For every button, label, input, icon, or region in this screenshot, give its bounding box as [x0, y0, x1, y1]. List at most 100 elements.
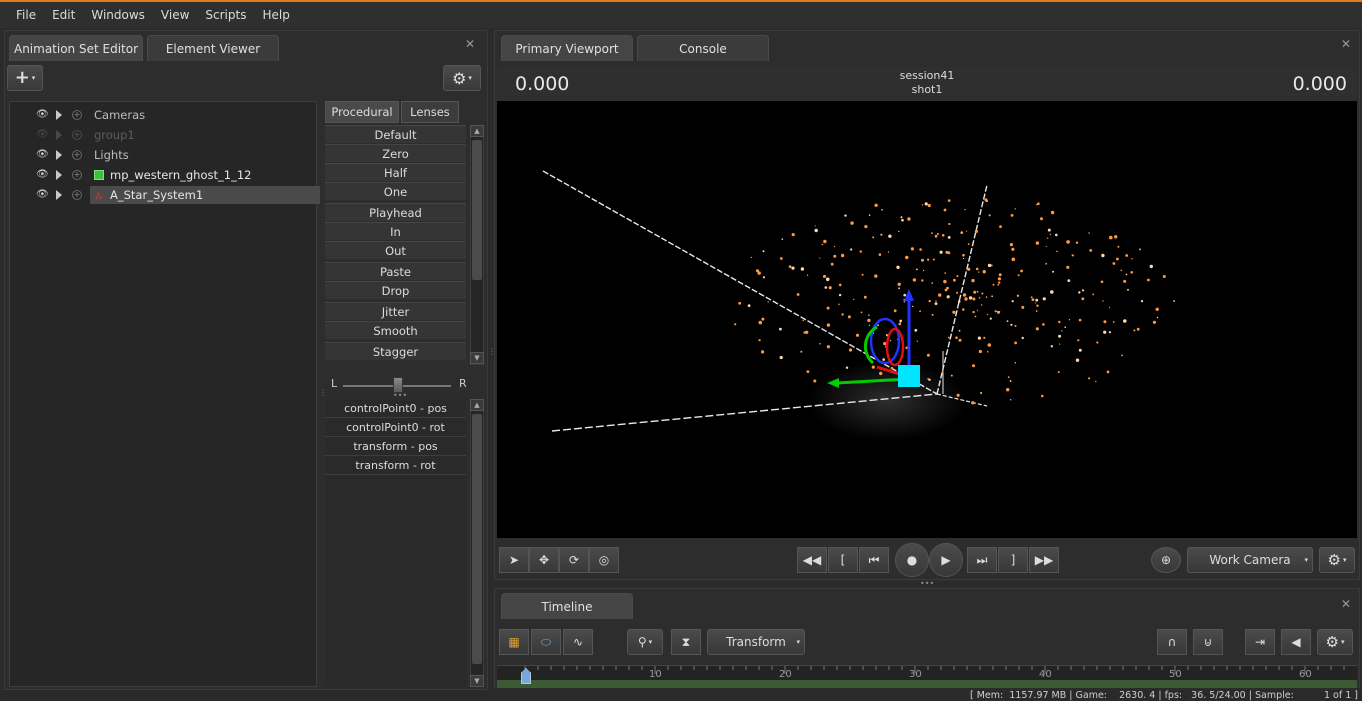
proc-paste-button[interactable]: Paste	[325, 262, 466, 280]
scroll-thumb[interactable]	[472, 414, 482, 664]
tab-procedural[interactable]: Procedural	[325, 101, 399, 123]
add-circle-icon[interactable]: +	[72, 170, 82, 180]
crosshair-button[interactable]: ⊕	[1151, 547, 1181, 573]
select-tool-button[interactable]: ➤	[499, 547, 529, 573]
add-circle-icon[interactable]: +	[72, 150, 82, 160]
proc-stagger-button[interactable]: Stagger	[325, 342, 466, 360]
timeline-ruler[interactable]: 10 20 30 40 50 60	[497, 665, 1357, 688]
tab-element-viewer[interactable]: Element Viewer	[147, 35, 279, 61]
gear-icon: ⚙	[1327, 551, 1341, 569]
control-row[interactable]: controlPoint0 - rot	[325, 418, 466, 437]
menu-file[interactable]: File	[8, 8, 44, 22]
particle	[1066, 240, 1070, 244]
expand-arrow-icon[interactable]	[56, 190, 62, 200]
menu-scripts[interactable]: Scripts	[197, 8, 254, 22]
rewind-button[interactable]: ◀◀	[797, 547, 827, 573]
particle	[905, 255, 909, 260]
hourglass-button[interactable]: ⧗	[671, 629, 701, 655]
proc-in-button[interactable]: In	[325, 222, 466, 240]
menu-edit[interactable]: Edit	[44, 8, 83, 22]
viewport-settings-button[interactable]: ⚙ ▾	[1319, 547, 1355, 573]
proc-playhead-button[interactable]: Playhead	[325, 203, 466, 221]
visibility-eye-icon[interactable]: 👁	[36, 190, 49, 200]
tree-row-lights[interactable]: 👁 + Lights	[10, 146, 316, 164]
particle	[921, 204, 923, 206]
clip-editor-button[interactable]: ▦	[499, 629, 529, 655]
scroll-up-icon[interactable]: ▲	[470, 125, 484, 137]
visibility-eye-icon[interactable]: 👁	[36, 150, 49, 160]
proc-one-button[interactable]: One	[325, 182, 466, 200]
control-scrollbar[interactable]	[470, 399, 484, 687]
goto-end-button[interactable]: ⇥	[1245, 629, 1275, 655]
menu-windows[interactable]: Windows	[83, 8, 153, 22]
proc-half-button[interactable]: Half	[325, 163, 466, 181]
visibility-eye-icon[interactable]: 👁	[36, 110, 49, 120]
particle	[943, 208, 947, 212]
scroll-down-icon[interactable]: ▼	[470, 352, 484, 364]
add-circle-icon[interactable]: +	[72, 190, 82, 200]
record-button[interactable]: ●	[895, 543, 929, 577]
visibility-eye-icon[interactable]: 👁	[36, 170, 49, 180]
tree-row-cameras[interactable]: 👁 + Cameras	[10, 106, 316, 124]
expand-arrow-icon[interactable]	[56, 170, 62, 180]
tab-timeline[interactable]: Timeline	[501, 593, 633, 619]
menu-help[interactable]: Help	[254, 8, 297, 22]
control-row[interactable]: controlPoint0 - pos	[325, 399, 466, 418]
mark-out-button[interactable]: ]	[998, 547, 1028, 573]
close-panel-icon[interactable]: ✕	[1341, 597, 1351, 611]
transform-mode-select[interactable]: Transform ▾	[707, 629, 805, 655]
add-circle-icon[interactable]: +	[72, 110, 82, 120]
motion-editor-button[interactable]: ⬭	[531, 629, 561, 655]
proc-out-button[interactable]: Out	[325, 241, 466, 259]
particle	[898, 230, 900, 233]
particle	[1081, 289, 1085, 292]
tree-row-star-system[interactable]: 👁 + ⁂ A_Star_System1	[10, 186, 320, 204]
scroll-up-icon[interactable]: ▲	[470, 399, 484, 411]
control-row[interactable]: transform - rot	[325, 456, 466, 475]
graph-editor-button[interactable]: ∿	[563, 629, 593, 655]
add-button[interactable]: + ▾	[7, 65, 43, 91]
snap-button[interactable]: ⊍	[1193, 629, 1223, 655]
proc-smooth-button[interactable]: Smooth	[325, 321, 466, 339]
camera-select[interactable]: Work Camera ▾	[1187, 547, 1313, 573]
mute-button[interactable]: ◀	[1281, 629, 1311, 655]
expand-arrow-icon[interactable]	[56, 110, 62, 120]
fast-forward-button[interactable]: ▶▶	[1029, 547, 1059, 573]
close-panel-icon[interactable]: ✕	[1341, 37, 1351, 51]
scroll-down-icon[interactable]: ▼	[470, 675, 484, 687]
tab-lenses[interactable]: Lenses	[401, 101, 459, 123]
proc-jitter-button[interactable]: Jitter	[325, 302, 466, 320]
mark-in-button[interactable]: [	[828, 547, 858, 573]
proc-scrollbar[interactable]	[470, 125, 484, 365]
expand-arrow-icon[interactable]	[56, 150, 62, 160]
close-panel-icon[interactable]: ✕	[465, 37, 475, 51]
magnet-button[interactable]: ∩	[1157, 629, 1187, 655]
rotate-tool-button[interactable]: ⟳	[559, 547, 589, 573]
scroll-thumb[interactable]	[472, 140, 482, 280]
particle	[997, 283, 1000, 286]
proc-zero-button[interactable]: Zero	[325, 144, 466, 162]
play-button[interactable]: ▶	[929, 543, 963, 577]
settings-button[interactable]: ⚙ ▾	[443, 65, 481, 91]
expand-arrow-icon[interactable]	[56, 130, 62, 140]
prev-frame-button[interactable]: ⏮	[859, 547, 889, 573]
tab-console[interactable]: Console	[637, 35, 769, 61]
tab-primary-viewport[interactable]: Primary Viewport	[501, 35, 633, 61]
proc-default-button[interactable]: Default	[325, 125, 466, 143]
menu-view[interactable]: View	[153, 8, 197, 22]
particle	[1078, 348, 1082, 352]
timeline-settings-button[interactable]: ⚙ ▾	[1317, 629, 1353, 655]
tree-row-model[interactable]: 👁 + mp_western_ghost_1_12	[10, 166, 316, 184]
orbit-tool-button[interactable]: ◎	[589, 547, 619, 573]
splitter-handle[interactable]: •••	[920, 579, 934, 588]
key-tool-button[interactable]: ⚲ ▾	[627, 629, 663, 655]
add-circle-icon[interactable]: +	[72, 130, 82, 140]
next-frame-button[interactable]: ⏭	[967, 547, 997, 573]
move-tool-button[interactable]: ✥	[529, 547, 559, 573]
proc-drop-button[interactable]: Drop	[325, 281, 466, 299]
control-row[interactable]: transform - pos	[325, 437, 466, 456]
3d-viewport[interactable]	[497, 101, 1357, 538]
tab-animation-set-editor[interactable]: Animation Set Editor	[9, 35, 143, 61]
tree-row-group1[interactable]: 👁 + group1	[10, 126, 316, 144]
visibility-eye-icon[interactable]: 👁	[36, 130, 49, 140]
